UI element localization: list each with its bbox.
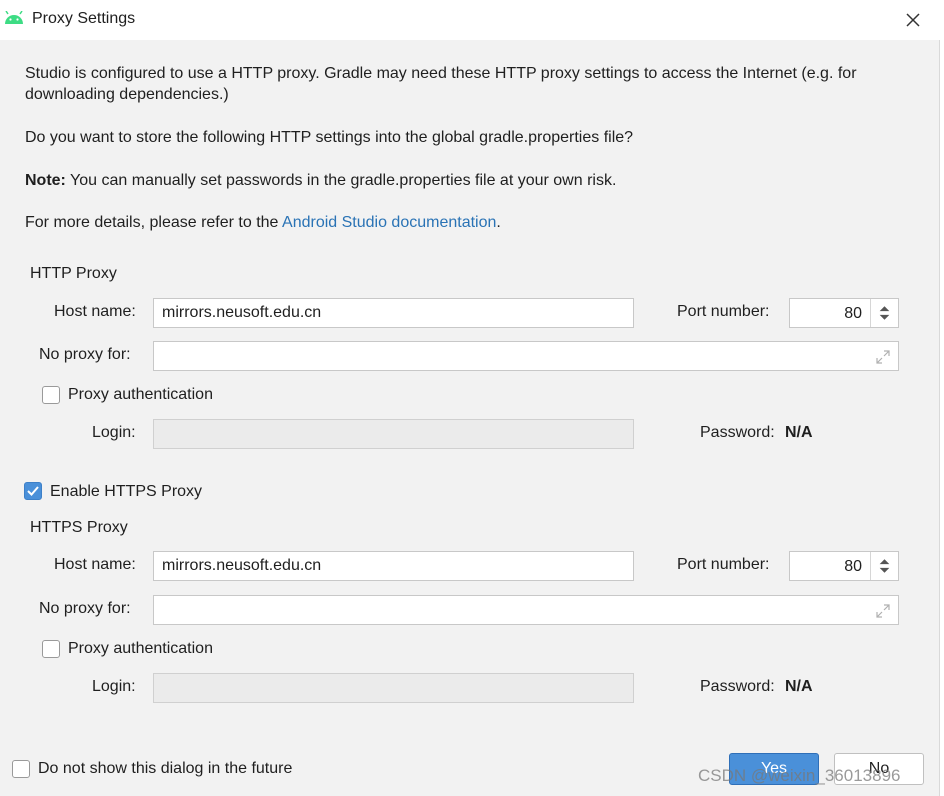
https-password-value: N/A [785, 678, 813, 695]
http-port-value: 80 [844, 305, 862, 322]
intro-text: Studio is configured to use a HTTP proxy… [25, 65, 857, 103]
https-login-label: Login: [92, 678, 136, 695]
expand-icon[interactable] [876, 350, 890, 364]
enable-https-checkbox[interactable] [24, 482, 42, 500]
http-no-proxy-input[interactable] [153, 341, 899, 371]
expand-icon[interactable] [876, 604, 890, 618]
http-port-spinner[interactable]: 80 [789, 298, 899, 328]
https-port-spinner[interactable]: 80 [789, 551, 899, 581]
https-host-label: Host name: [54, 556, 136, 573]
https-proxy-auth-label: Proxy authentication [68, 640, 213, 657]
window-edge-strip [940, 40, 944, 796]
details-prefix: For more details, please refer to the [25, 214, 283, 231]
checkmark-icon [27, 486, 39, 496]
http-no-proxy-label: No proxy for: [39, 346, 131, 363]
details-text: For more details, please refer to the An… [25, 212, 905, 233]
http-password-value: N/A [785, 424, 813, 441]
https-port-label: Port number: [677, 556, 770, 573]
watermark-text: CSDN @weixin_36013896 [698, 766, 901, 785]
question-text: Do you want to store the following HTTP … [25, 129, 634, 146]
documentation-link[interactable]: Android Studio documentation [282, 214, 496, 231]
http-proxy-auth-label: Proxy authentication [68, 386, 213, 403]
http-section-label: HTTP Proxy [30, 265, 117, 282]
close-icon[interactable] [902, 9, 924, 31]
http-host-label: Host name: [54, 303, 136, 320]
https-proxy-auth-checkbox[interactable] [42, 640, 60, 658]
dont-show-label: Do not show this dialog in the future [38, 760, 293, 777]
note-label: Note: [25, 172, 66, 189]
https-section-label: HTTPS Proxy [30, 519, 128, 536]
note-text: Note: You can manually set passwords in … [25, 170, 905, 191]
http-proxy-auth-checkbox[interactable] [42, 386, 60, 404]
spinner-arrows-icon[interactable] [870, 299, 898, 327]
https-no-proxy-label: No proxy for: [39, 600, 131, 617]
https-password-label: Password: [700, 678, 775, 695]
dont-show-checkbox[interactable] [12, 760, 30, 778]
note-body: You can manually set passwords in the gr… [65, 172, 617, 189]
spinner-arrows-icon[interactable] [870, 552, 898, 580]
details-suffix: . [496, 214, 501, 231]
http-port-label: Port number: [677, 303, 770, 320]
android-icon [5, 11, 23, 24]
http-host-input[interactable]: mirrors.neusoft.edu.cn [153, 298, 634, 328]
title-bar: Proxy Settings [0, 0, 944, 40]
window-title: Proxy Settings [32, 10, 136, 27]
http-login-label: Login: [92, 424, 136, 441]
https-port-value: 80 [844, 558, 862, 575]
https-host-input[interactable]: mirrors.neusoft.edu.cn [153, 551, 634, 581]
https-login-input[interactable] [153, 673, 634, 703]
http-password-label: Password: [700, 424, 775, 441]
http-login-input[interactable] [153, 419, 634, 449]
https-no-proxy-input[interactable] [153, 595, 899, 625]
enable-https-label: Enable HTTPS Proxy [50, 483, 203, 500]
